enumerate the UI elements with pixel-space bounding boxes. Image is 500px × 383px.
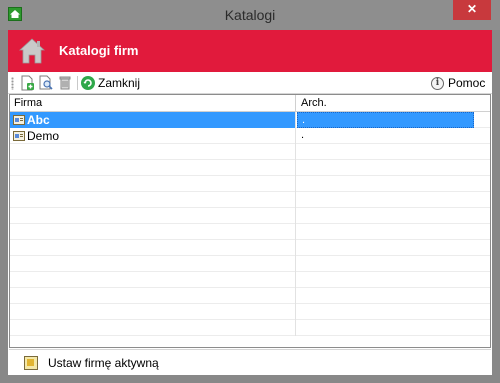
toolbar-grip-icon[interactable]	[11, 77, 14, 90]
column-header-arch[interactable]: Arch.	[297, 95, 490, 112]
cell-firma[interactable]	[10, 176, 296, 192]
cell-arch[interactable]	[297, 288, 474, 304]
table-row[interactable]: Demo.	[10, 128, 490, 144]
cell-arch[interactable]	[297, 192, 474, 208]
table-row[interactable]	[10, 160, 490, 176]
cell-firma[interactable]: Demo	[10, 128, 296, 144]
table-row[interactable]	[10, 192, 490, 208]
cell-arch[interactable]: .	[297, 112, 474, 128]
table-row[interactable]	[10, 240, 490, 256]
cell-arch[interactable]	[297, 208, 474, 224]
trash-icon[interactable]	[57, 75, 73, 91]
table-row[interactable]	[10, 288, 490, 304]
cell-arch[interactable]	[297, 224, 474, 240]
cell-arch[interactable]	[297, 256, 474, 272]
companies-table[interactable]: Firma Arch. Abc. Demo.	[9, 94, 491, 348]
help-label: Pomoc	[448, 76, 486, 90]
toolbar-separator	[77, 76, 78, 90]
cell-arch[interactable]: .	[297, 128, 474, 144]
refresh-icon	[81, 76, 95, 90]
table-row[interactable]	[10, 256, 490, 272]
cell-arch[interactable]	[297, 272, 474, 288]
company-icon	[13, 115, 25, 125]
table-body: Abc. Demo.	[10, 112, 490, 347]
cell-firma[interactable]	[10, 224, 296, 240]
cell-arch[interactable]	[297, 240, 474, 256]
help-button[interactable]: i Pomoc	[431, 74, 485, 92]
cell-firma[interactable]	[10, 160, 296, 176]
info-icon: i	[431, 76, 444, 90]
cell-arch[interactable]	[297, 144, 474, 160]
table-row[interactable]	[10, 320, 490, 336]
house-icon	[18, 37, 46, 65]
column-header-firma[interactable]: Firma	[10, 95, 296, 112]
title-bar[interactable]: Katalogi ✕	[0, 0, 500, 30]
cell-firma[interactable]	[10, 304, 296, 320]
table-header: Firma Arch.	[10, 95, 490, 112]
set-active-icon	[24, 356, 38, 370]
preview-icon[interactable]	[38, 75, 54, 91]
table-row[interactable]: Abc.	[10, 112, 490, 128]
cell-arch[interactable]	[297, 304, 474, 320]
footer-bar: Ustaw firmę aktywną	[9, 349, 491, 375]
table-row[interactable]	[10, 144, 490, 160]
cell-arch[interactable]	[297, 176, 474, 192]
table-row[interactable]	[10, 304, 490, 320]
table-row[interactable]	[10, 224, 490, 240]
toolbar: Zamknij i Pomoc	[8, 72, 492, 94]
table-row[interactable]	[10, 272, 490, 288]
set-active-label: Ustaw firmę aktywną	[48, 356, 159, 370]
company-name: Demo	[27, 129, 60, 143]
cell-arch[interactable]	[297, 160, 474, 176]
cell-firma[interactable]	[10, 240, 296, 256]
close-catalog-button[interactable]: Zamknij	[81, 74, 140, 92]
cell-firma[interactable]	[10, 192, 296, 208]
cell-firma[interactable]	[10, 256, 296, 272]
window-close-button[interactable]: ✕	[453, 0, 491, 20]
window-client: Katalogi firm Zamknij i Pomoc Firma Arch…	[8, 30, 492, 375]
cell-firma[interactable]	[10, 320, 296, 336]
header-band: Katalogi firm	[8, 30, 492, 72]
window-title: Katalogi	[224, 7, 276, 23]
cell-firma[interactable]	[10, 288, 296, 304]
table-row[interactable]	[10, 208, 490, 224]
company-icon	[13, 131, 25, 141]
cell-arch[interactable]	[297, 320, 474, 336]
set-active-company-button[interactable]: Ustaw firmę aktywną	[24, 354, 159, 372]
table-row[interactable]	[10, 176, 490, 192]
cell-firma[interactable]: Abc	[10, 112, 296, 128]
app-window: Katalogi ✕ Katalogi firm Zamknij i Pomoc…	[0, 0, 500, 383]
close-catalog-label: Zamknij	[98, 76, 141, 90]
cell-firma[interactable]	[10, 144, 296, 160]
company-name: Abc	[27, 113, 50, 127]
add-document-icon[interactable]	[19, 75, 35, 91]
cell-firma[interactable]	[10, 208, 296, 224]
cell-firma[interactable]	[10, 272, 296, 288]
page-title: Katalogi firm	[59, 43, 139, 58]
